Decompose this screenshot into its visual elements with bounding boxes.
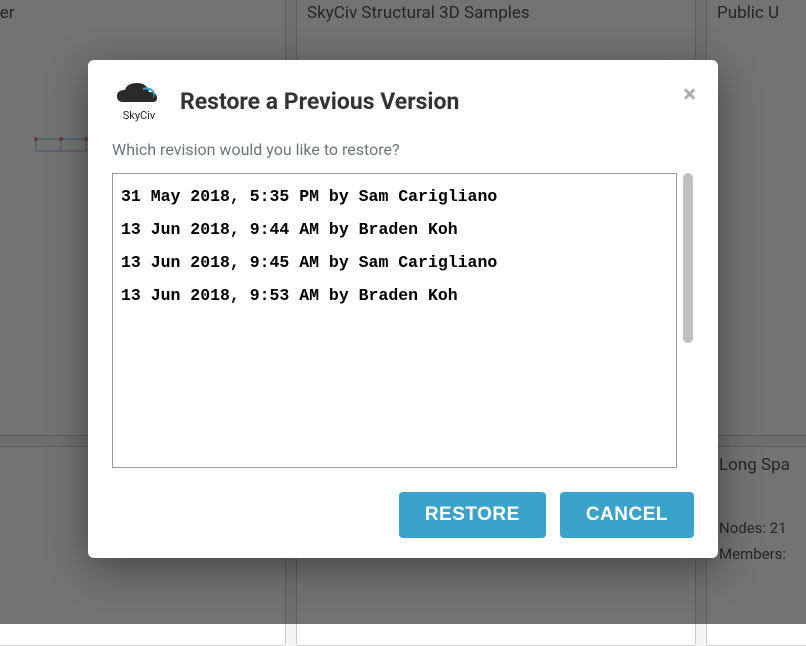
modal-overlay: SkyCiv Restore a Previous Version × Whic…	[0, 0, 806, 624]
restore-button[interactable]: RESTORE	[399, 492, 546, 538]
modal-title: Restore a Previous Version	[180, 88, 459, 115]
scrollbar-thumb[interactable]	[683, 173, 693, 343]
revision-item[interactable]: 13 Jun 2018, 9:53 AM by Braden Koh	[117, 279, 672, 312]
revision-item[interactable]: 13 Jun 2018, 9:44 AM by Braden Koh	[117, 213, 672, 246]
revision-list-container: 31 May 2018, 5:35 PM by Sam Carigliano 1…	[112, 173, 677, 468]
modal-prompt: Which revision would you like to restore…	[112, 140, 694, 159]
revision-item[interactable]: 13 Jun 2018, 9:45 AM by Sam Carigliano	[117, 246, 672, 279]
skyciv-logo-icon	[115, 80, 163, 110]
restore-version-modal: SkyCiv Restore a Previous Version × Whic…	[88, 60, 718, 558]
revision-list[interactable]: 31 May 2018, 5:35 PM by Sam Carigliano 1…	[112, 173, 677, 468]
modal-header: SkyCiv Restore a Previous Version	[112, 80, 694, 122]
cancel-button[interactable]: CANCEL	[560, 492, 694, 538]
skyciv-logo: SkyCiv	[112, 80, 166, 122]
skyciv-logo-text: SkyCiv	[123, 109, 155, 122]
revision-item[interactable]: 31 May 2018, 5:35 PM by Sam Carigliano	[117, 180, 672, 213]
modal-footer: RESTORE CANCEL	[112, 492, 694, 538]
scrollbar[interactable]	[681, 173, 695, 468]
close-icon[interactable]: ×	[683, 82, 696, 106]
